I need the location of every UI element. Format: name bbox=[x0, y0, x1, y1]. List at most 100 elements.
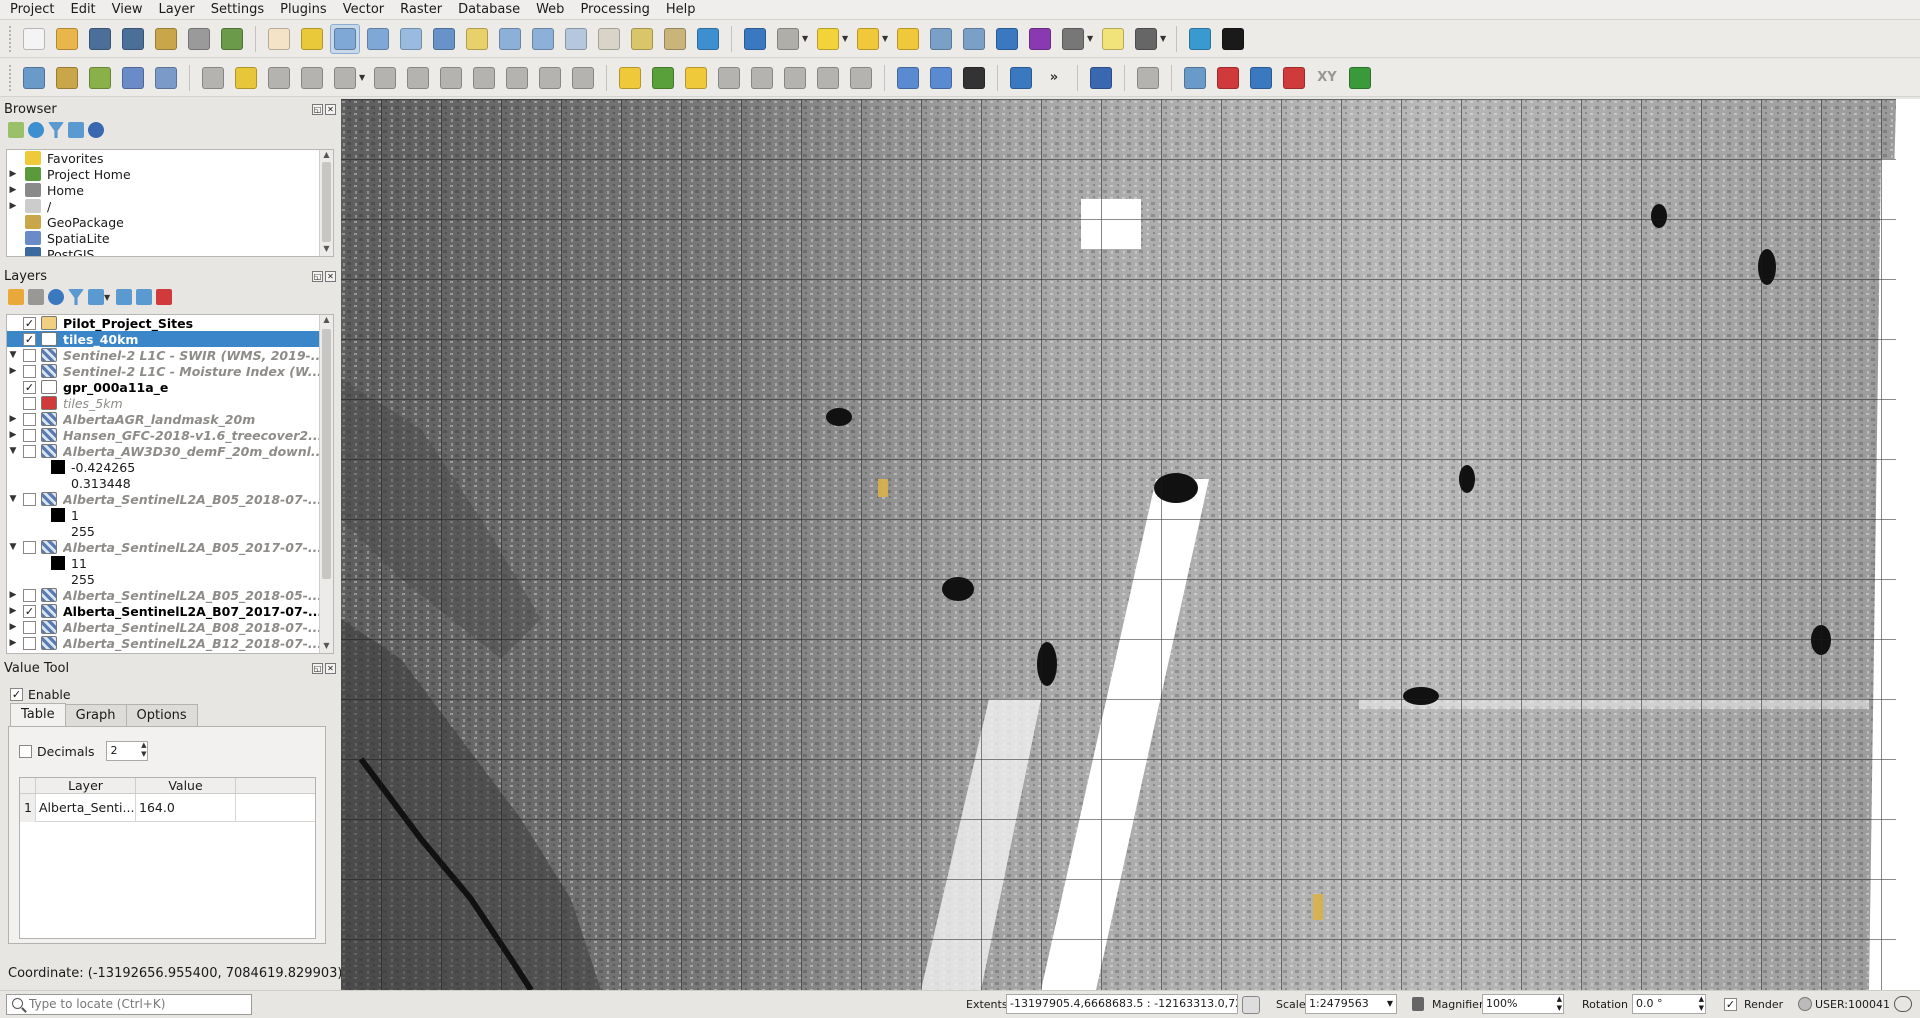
browser-item-root[interactable]: ▶ / bbox=[7, 198, 333, 214]
layer-item[interactable]: ▶ Alberta_SentinelL2A_B08_2018-07-... bbox=[7, 619, 333, 635]
decimals-checkbox[interactable] bbox=[19, 744, 32, 758]
python-console-button[interactable] bbox=[1006, 63, 1036, 93]
layer-visibility-checkbox[interactable]: ✓ bbox=[23, 380, 36, 394]
tab-options[interactable]: Options bbox=[125, 704, 198, 726]
cut-features-button[interactable] bbox=[436, 63, 466, 93]
filter-legend-icon[interactable] bbox=[68, 289, 84, 305]
layer-item[interactable]: ▶ ✓ Alberta_SentinelL2A_B07_2017-07-... bbox=[7, 603, 333, 619]
tab-graph[interactable]: Graph bbox=[64, 704, 127, 726]
pin-labels-button[interactable] bbox=[714, 63, 744, 93]
layer-item[interactable]: ▶ Hansen_GFC-2018-v1.6_treecover2... bbox=[7, 427, 333, 443]
expand-arrow-icon[interactable]: ▶ bbox=[7, 638, 19, 648]
expand-arrow-icon[interactable]: ▶ bbox=[7, 185, 19, 195]
menu-view[interactable]: View bbox=[104, 0, 151, 20]
zoom-in-button[interactable] bbox=[330, 23, 360, 54]
style-manager-button[interactable] bbox=[217, 24, 247, 54]
open-layer-styling-icon[interactable] bbox=[8, 289, 24, 305]
magnifier-field[interactable]: 100% ▲ ▼ bbox=[1482, 994, 1564, 1014]
crs-label[interactable]: USER:100041 bbox=[1815, 998, 1890, 1011]
highlight-pinned-labels-button[interactable] bbox=[681, 63, 711, 93]
new-map-view-button[interactable] bbox=[594, 24, 624, 54]
show-hide-labels-button[interactable] bbox=[747, 63, 777, 93]
collapse-all-icon[interactable] bbox=[136, 289, 152, 305]
tab-table[interactable]: Table bbox=[10, 703, 66, 726]
render-checkbox[interactable]: ✓ bbox=[1724, 998, 1737, 1011]
float-panel-button[interactable]: ◱ bbox=[312, 662, 323, 674]
enable-checkbox[interactable]: ✓ bbox=[10, 687, 23, 701]
menu-plugins[interactable]: Plugins bbox=[272, 0, 335, 20]
map-pin-button[interactable] bbox=[1213, 63, 1243, 93]
layer-visibility-checkbox[interactable] bbox=[23, 636, 36, 650]
chevron-down-icon[interactable]: ▼ bbox=[1087, 34, 1095, 43]
new-temporary-layer-button[interactable] bbox=[151, 63, 181, 93]
chevron-down-icon[interactable]: ▼ bbox=[1387, 995, 1393, 1013]
layer-item[interactable]: ✓ tiles_40km bbox=[7, 331, 333, 347]
close-panel-button[interactable]: ✕ bbox=[325, 270, 336, 282]
chevron-down-icon[interactable]: ▼ bbox=[104, 293, 112, 302]
refresh-browser-icon[interactable] bbox=[28, 122, 44, 138]
undo-button[interactable] bbox=[535, 63, 565, 93]
move-label-button[interactable] bbox=[780, 63, 810, 93]
lock-icon[interactable] bbox=[1412, 997, 1424, 1011]
new-bookmark-button[interactable] bbox=[627, 24, 657, 54]
zoom-last-button[interactable] bbox=[528, 24, 558, 54]
chevron-down-icon[interactable]: ▼ bbox=[882, 34, 890, 43]
layout-manager-button[interactable] bbox=[184, 24, 214, 54]
georeferencer-button[interactable] bbox=[959, 63, 989, 93]
diagram-tool-button[interactable] bbox=[648, 63, 678, 93]
filter-by-expression-icon[interactable] bbox=[88, 289, 104, 305]
close-panel-button[interactable]: ✕ bbox=[325, 103, 336, 115]
menu-database[interactable]: Database bbox=[450, 0, 528, 20]
vertex-tool-button[interactable] bbox=[330, 63, 360, 93]
menu-web[interactable]: Web bbox=[528, 0, 572, 20]
browser-item-geopackage[interactable]: GeoPackage bbox=[7, 214, 333, 230]
map-tips-button[interactable] bbox=[1098, 24, 1128, 54]
layer-visibility-checkbox[interactable] bbox=[23, 396, 36, 410]
menu-help[interactable]: Help bbox=[658, 0, 704, 20]
layer-visibility-checkbox[interactable] bbox=[23, 412, 36, 426]
menu-settings[interactable]: Settings bbox=[203, 0, 272, 20]
toolbar-grip[interactable] bbox=[9, 25, 13, 52]
browser-item-home[interactable]: ▶ Home bbox=[7, 182, 333, 198]
add-group-icon[interactable] bbox=[28, 289, 44, 305]
expand-arrow-icon[interactable]: ▶ bbox=[7, 606, 19, 616]
rotate-label-button[interactable] bbox=[813, 63, 843, 93]
expand-arrow-icon[interactable]: ▶ bbox=[7, 366, 19, 376]
layer-item[interactable]: ▶ AlbertaAGR_landmask_20m bbox=[7, 411, 333, 427]
layer-visibility-checkbox[interactable] bbox=[23, 348, 36, 362]
messages-icon[interactable] bbox=[1894, 996, 1912, 1012]
expand-all-icon[interactable] bbox=[116, 289, 132, 305]
decimals-spinbox[interactable]: 2 ▲ ▼ bbox=[106, 741, 149, 761]
expand-arrow-icon[interactable]: ▶ bbox=[7, 201, 19, 211]
browser-item-spatialite[interactable]: SpatiaLite bbox=[7, 230, 333, 246]
layer-item[interactable]: tiles_5km bbox=[7, 395, 333, 411]
snapping-button[interactable] bbox=[1133, 63, 1163, 93]
browser-item-favorites[interactable]: Favorites bbox=[7, 150, 333, 166]
layer-item[interactable]: ▼ Alberta_SentinelL2A_B05_2018-07-... bbox=[7, 491, 333, 507]
layer-visibility-checkbox[interactable] bbox=[23, 492, 36, 506]
zoom-to-layer-plugin-2-button[interactable] bbox=[926, 63, 956, 93]
magic-zoom-button[interactable] bbox=[1279, 63, 1309, 93]
more-tools-button[interactable]: » bbox=[1039, 63, 1069, 93]
zoom-out-button[interactable] bbox=[363, 24, 393, 54]
zoom-next-button[interactable] bbox=[561, 24, 591, 54]
measure-button[interactable] bbox=[1058, 24, 1088, 54]
crs-globe-icon[interactable] bbox=[1798, 997, 1812, 1011]
plugin-grid-button[interactable] bbox=[1185, 24, 1215, 54]
show-bookmarks-button[interactable] bbox=[660, 24, 690, 54]
save-edits-button[interactable] bbox=[264, 63, 294, 93]
action-button[interactable] bbox=[773, 24, 803, 54]
delete-selected-button[interactable] bbox=[403, 63, 433, 93]
layer-item[interactable]: ✓ Pilot_Project_Sites bbox=[7, 315, 333, 331]
field-calculator-button[interactable] bbox=[959, 24, 989, 54]
new-shapefile-button[interactable] bbox=[85, 63, 115, 93]
remove-layer-icon[interactable] bbox=[156, 289, 172, 305]
help-button[interactable] bbox=[1086, 63, 1116, 93]
layer-item[interactable]: ✓ gpr_000a11a_e bbox=[7, 379, 333, 395]
data-source-manager-button[interactable] bbox=[19, 63, 49, 93]
copy-features-button[interactable] bbox=[469, 63, 499, 93]
expand-arrow-icon[interactable]: ▶ bbox=[7, 430, 19, 440]
map-render[interactable] bbox=[341, 99, 1920, 990]
layer-item[interactable]: ▼ Alberta_SentinelL2A_B05_2017-07-... bbox=[7, 539, 333, 555]
layer-visibility-checkbox[interactable] bbox=[23, 620, 36, 634]
